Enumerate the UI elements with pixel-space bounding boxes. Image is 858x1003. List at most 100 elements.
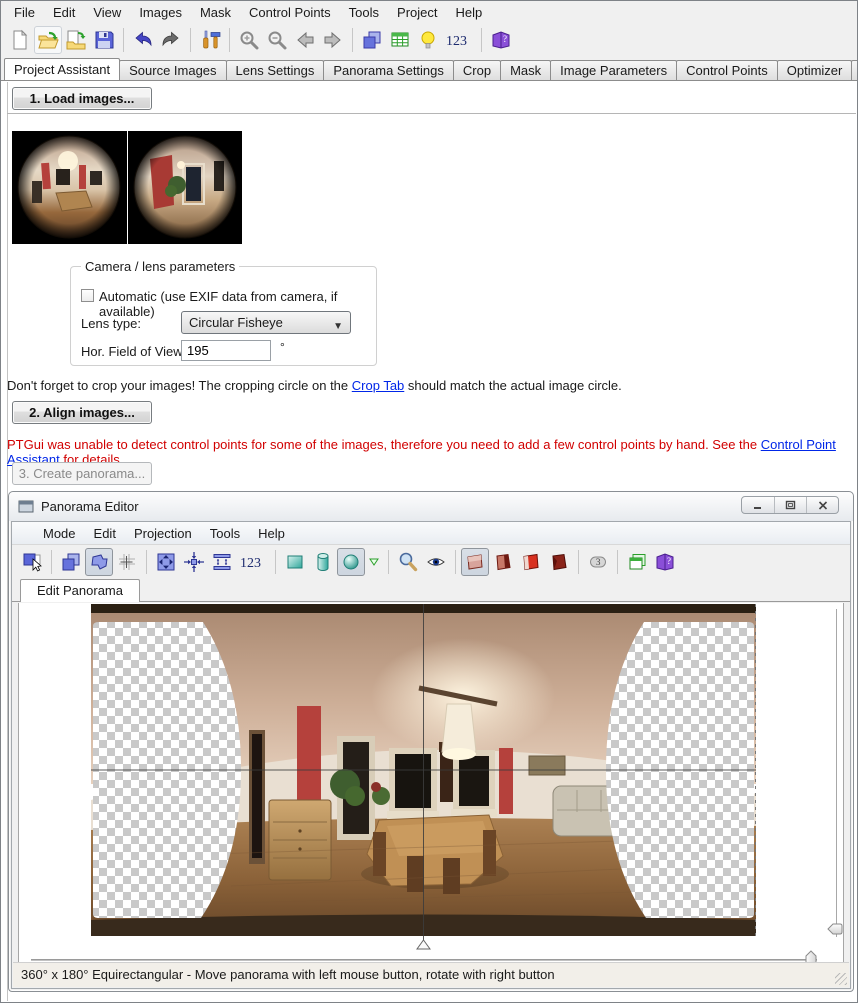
redo-icon	[160, 29, 182, 51]
tab-source-images[interactable]: Source Images	[119, 60, 226, 80]
menu-mask[interactable]: Mask	[191, 2, 240, 23]
preview-button[interactable]	[414, 26, 442, 54]
edit-panorama-mode-icon	[88, 551, 110, 573]
tab-edit-panorama[interactable]: Edit Panorama	[20, 579, 140, 602]
svg-text:?: ?	[667, 556, 671, 566]
new-window-button[interactable]	[623, 548, 651, 576]
tab-panorama-settings[interactable]: Panorama Settings	[323, 60, 454, 80]
panorama-image[interactable]	[91, 604, 756, 950]
show-grid-button[interactable]	[113, 548, 141, 576]
open-project-button[interactable]	[34, 26, 62, 54]
load-images-button[interactable]: 1. Load images...	[12, 87, 152, 110]
move-images-button[interactable]	[57, 548, 85, 576]
tools-button[interactable]	[196, 26, 224, 54]
panorama-editor-icon	[361, 29, 383, 51]
warp-mode-2-button[interactable]	[489, 548, 517, 576]
fov-input[interactable]	[181, 340, 271, 361]
tab-lens-settings[interactable]: Lens Settings	[226, 60, 325, 80]
menu-help[interactable]: Help	[447, 2, 492, 23]
source-image-thumbnail-2[interactable]	[128, 131, 242, 244]
menu-view[interactable]: View	[84, 2, 130, 23]
preview-eye-button[interactable]	[422, 548, 450, 576]
create-panorama-button[interactable]: 3. Create panorama...	[12, 462, 152, 485]
resize-grip[interactable]	[835, 973, 847, 985]
previous-image-button[interactable]	[291, 26, 319, 54]
tab-project-assistant[interactable]: Project Assistant	[4, 58, 120, 81]
help-button[interactable]: ?	[487, 26, 515, 54]
image-number-badge-button[interactable]: 3	[584, 548, 612, 576]
panorama-editor-client: Mode Edit Projection Tools Help 1	[11, 521, 851, 989]
numeric-values-icon: 123	[444, 29, 474, 51]
zoom-tool-icon	[397, 551, 419, 573]
toolbar-separator	[146, 550, 147, 574]
maximize-button[interactable]	[774, 497, 806, 513]
tab-crop[interactable]: Crop	[453, 60, 501, 80]
projection-equirectangular-button[interactable]	[337, 548, 365, 576]
pe-menu-edit[interactable]: Edit	[85, 523, 125, 544]
menu-tools[interactable]: Tools	[340, 2, 388, 23]
lens-type-value: Circular Fisheye	[189, 315, 283, 330]
straighten-panorama-button[interactable]	[208, 548, 236, 576]
next-image-button[interactable]	[319, 26, 347, 54]
fit-panorama-button[interactable]	[152, 548, 180, 576]
tab-mask[interactable]: Mask	[500, 60, 551, 80]
tab-image-parameters[interactable]: Image Parameters	[550, 60, 677, 80]
fisheye-image-1	[12, 131, 127, 244]
center-panorama-button[interactable]	[180, 548, 208, 576]
crop-tab-link[interactable]: Crop Tab	[352, 378, 405, 393]
pe-menu-tools[interactable]: Tools	[201, 523, 249, 544]
svg-text:?: ?	[503, 34, 507, 44]
warp-mode-3-button[interactable]	[517, 548, 545, 576]
close-button[interactable]	[806, 497, 838, 513]
edit-images-mode-button[interactable]	[18, 548, 46, 576]
warp-mode-4-button[interactable]	[545, 548, 573, 576]
straighten-panorama-icon	[211, 551, 233, 573]
warp-mode-1-button[interactable]	[461, 548, 489, 576]
projection-more-button[interactable]	[365, 548, 383, 576]
panorama-editor-button[interactable]	[358, 26, 386, 54]
new-project-button[interactable]	[6, 26, 34, 54]
projection-rectilinear-button[interactable]	[281, 548, 309, 576]
pitch-slider-thumb[interactable]	[827, 923, 843, 938]
menu-images[interactable]: Images	[130, 2, 191, 23]
tab-exposure-hdr[interactable]: Exposure / HDR	[851, 60, 857, 80]
pitch-slider-track[interactable]	[836, 609, 837, 937]
svg-text:3: 3	[596, 558, 601, 568]
pe-menu-mode[interactable]: Mode	[34, 523, 85, 544]
roll-slider-track[interactable]	[31, 959, 817, 961]
camera-lens-groupbox: Camera / lens parameters Automatic (use …	[70, 266, 377, 366]
numeric-values-button[interactable]: 123	[442, 26, 476, 54]
lens-type-label: Lens type:	[81, 316, 141, 331]
save-project-button[interactable]	[90, 26, 118, 54]
pe-menu-projection[interactable]: Projection	[125, 523, 201, 544]
zoom-out-button[interactable]	[263, 26, 291, 54]
pe-help-button[interactable]: ?	[651, 548, 679, 576]
preview-bulb-icon	[417, 29, 439, 51]
zoom-tool-button[interactable]	[394, 548, 422, 576]
tab-optimizer[interactable]: Optimizer	[777, 60, 853, 80]
zoom-in-button[interactable]	[235, 26, 263, 54]
toolbar-separator	[455, 550, 456, 574]
numeric-transform-button[interactable]: 123	[236, 548, 270, 576]
panorama-editor-titlebar[interactable]: Panorama Editor	[9, 492, 853, 521]
minimize-button[interactable]	[742, 497, 774, 513]
automatic-exif-checkbox[interactable]	[81, 289, 94, 302]
pe-menu-help[interactable]: Help	[249, 523, 294, 544]
projection-cylindrical-icon	[312, 551, 334, 573]
detail-viewer-button[interactable]	[386, 26, 414, 54]
projection-cylindrical-button[interactable]	[309, 548, 337, 576]
edit-panorama-mode-button[interactable]	[85, 548, 113, 576]
lens-type-dropdown[interactable]: Circular Fisheye ▼	[181, 311, 351, 334]
source-image-thumbnail-1[interactable]	[12, 131, 127, 244]
undo-button[interactable]	[129, 26, 157, 54]
tab-control-points[interactable]: Control Points	[676, 60, 778, 80]
menu-control-points[interactable]: Control Points	[240, 2, 340, 23]
undo-icon	[132, 29, 154, 51]
panorama-canvas[interactable]	[18, 603, 844, 966]
menu-file[interactable]: File	[5, 2, 44, 23]
redo-button[interactable]	[157, 26, 185, 54]
align-images-button[interactable]: 2. Align images...	[12, 401, 152, 424]
menu-edit[interactable]: Edit	[44, 2, 84, 23]
apply-template-button[interactable]	[62, 26, 90, 54]
menu-project[interactable]: Project	[388, 2, 446, 23]
